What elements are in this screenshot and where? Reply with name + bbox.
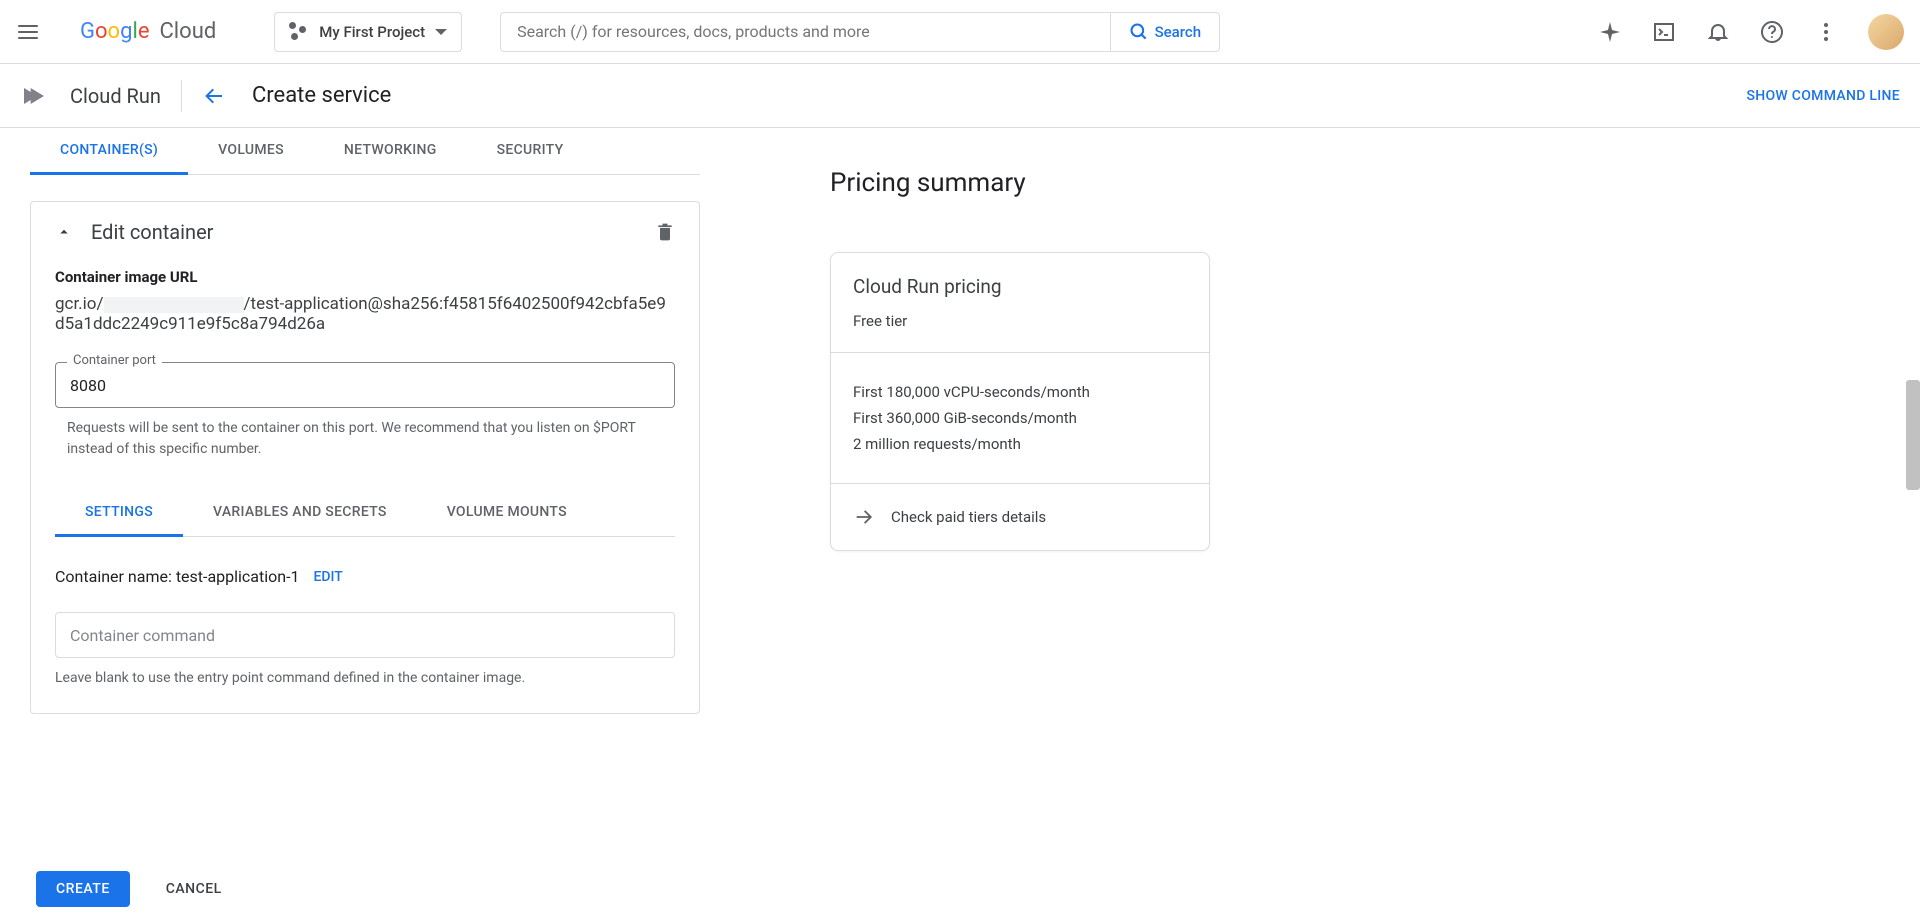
sub-tabs: SETTINGS VARIABLES AND SECRETS VOLUME MO…	[55, 490, 675, 537]
project-icon	[289, 22, 309, 42]
edit-container-name-link[interactable]: EDIT	[313, 569, 342, 585]
search-button-label: Search	[1155, 23, 1202, 41]
redacted-project-id	[104, 297, 244, 313]
pricing-heading: Pricing summary	[830, 168, 1920, 198]
edit-container-panel: Edit container Container image URL gcr.i…	[30, 201, 700, 714]
main-content: CONTAINER(S) VOLUMES NETWORKING SECURITY…	[0, 128, 1920, 857]
create-button[interactable]: CREATE	[36, 871, 130, 907]
arrow-right-icon	[853, 506, 875, 528]
tab-security[interactable]: SECURITY	[467, 128, 594, 174]
subtab-variables[interactable]: VARIABLES AND SECRETS	[183, 490, 417, 536]
hamburger-menu-icon[interactable]	[16, 20, 40, 44]
cancel-button[interactable]: CANCEL	[166, 881, 222, 897]
search-box: Search	[500, 12, 1220, 52]
container-port-input[interactable]	[55, 362, 675, 408]
subtab-settings[interactable]: SETTINGS	[55, 490, 183, 537]
tab-volumes[interactable]: VOLUMES	[188, 128, 314, 174]
pricing-lines: First 180,000 vCPU-seconds/month First 3…	[831, 353, 1209, 483]
pricing-card-title: Cloud Run pricing	[853, 275, 1187, 298]
chevron-up-icon[interactable]	[55, 223, 73, 241]
more-vert-icon[interactable]	[1814, 20, 1838, 44]
user-avatar[interactable]	[1868, 14, 1904, 50]
container-name-label: Container name:	[55, 567, 172, 586]
delete-icon[interactable]	[655, 222, 675, 242]
container-command-input[interactable]	[55, 612, 675, 658]
image-url-value: gcr.io//test-application@sha256:f45815f6…	[55, 294, 675, 334]
top-icons	[1598, 14, 1904, 50]
pricing-line: 2 million requests/month	[853, 435, 1187, 453]
left-column: CONTAINER(S) VOLUMES NETWORKING SECURITY…	[0, 128, 700, 857]
pricing-card-header: Cloud Run pricing Free tier	[831, 253, 1209, 352]
chevron-down-icon	[435, 29, 447, 35]
main-tabs: CONTAINER(S) VOLUMES NETWORKING SECURITY	[30, 128, 700, 175]
pricing-line: First 180,000 vCPU-seconds/month	[853, 383, 1187, 401]
paid-tiers-label: Check paid tiers details	[891, 508, 1046, 526]
cloud-run-icon	[20, 80, 52, 112]
show-command-line-link[interactable]: SHOW COMMAND LINE	[1746, 88, 1900, 104]
image-url-label: Container image URL	[55, 268, 675, 286]
container-name-value: test-application-1	[176, 567, 300, 586]
tab-networking[interactable]: NETWORKING	[314, 128, 467, 174]
top-bar: Google Cloud My First Project Search	[0, 0, 1920, 64]
notifications-icon[interactable]	[1706, 20, 1730, 44]
pricing-tier: Free tier	[853, 312, 1187, 330]
scrollbar-thumb[interactable]	[1906, 380, 1920, 490]
container-port-label: Container port	[67, 353, 162, 368]
container-port-field: Container port	[55, 362, 675, 408]
divider	[181, 80, 182, 112]
project-picker[interactable]: My First Project	[274, 12, 462, 52]
product-title: Cloud Run	[70, 84, 161, 108]
cloud-shell-icon[interactable]	[1652, 20, 1676, 44]
container-command-help: Leave blank to use the entry point comma…	[55, 668, 675, 689]
page-title: Create service	[252, 83, 391, 108]
paid-tiers-link[interactable]: Check paid tiers details	[831, 484, 1209, 550]
search-input[interactable]	[501, 22, 1109, 41]
pricing-card: Cloud Run pricing Free tier First 180,00…	[830, 252, 1210, 551]
tab-containers[interactable]: CONTAINER(S)	[30, 128, 188, 175]
sub-header: Cloud Run Create service SHOW COMMAND LI…	[0, 64, 1920, 128]
google-cloud-logo[interactable]: Google Cloud	[80, 19, 216, 44]
panel-title: Edit container	[91, 220, 213, 244]
image-url-prefix: gcr.io/	[55, 294, 104, 314]
footer-actions: CREATE CANCEL	[0, 857, 1920, 919]
subtab-volume-mounts[interactable]: VOLUME MOUNTS	[417, 490, 597, 536]
back-arrow-icon[interactable]	[202, 84, 226, 108]
search-icon	[1129, 22, 1149, 42]
project-name: My First Project	[319, 23, 425, 41]
panel-header: Edit container	[55, 220, 675, 244]
help-icon[interactable]	[1760, 20, 1784, 44]
gemini-icon[interactable]	[1598, 20, 1622, 44]
container-port-help: Requests will be sent to the container o…	[55, 418, 675, 460]
container-name-row: Container name: test-application-1 EDIT	[55, 567, 675, 586]
container-command-field	[55, 612, 675, 658]
search-button[interactable]: Search	[1110, 13, 1220, 51]
right-column: Pricing summary Cloud Run pricing Free t…	[700, 128, 1920, 857]
pricing-line: First 360,000 GiB-seconds/month	[853, 409, 1187, 427]
